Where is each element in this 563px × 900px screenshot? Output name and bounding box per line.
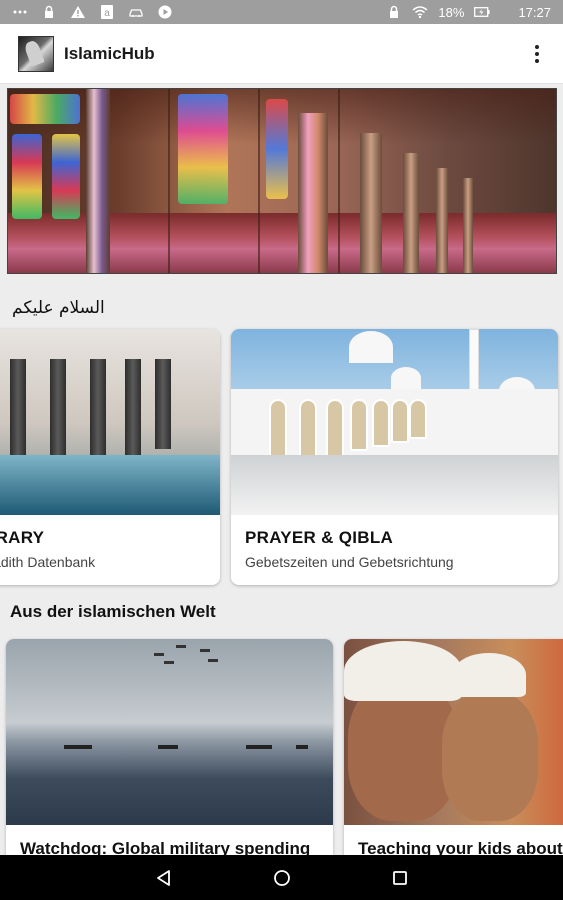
news-image xyxy=(6,639,333,825)
system-nav-bar xyxy=(0,855,563,900)
lock-icon xyxy=(41,5,57,19)
greeting-text: السلام عليكم xyxy=(12,298,105,318)
battery-percent: 18% xyxy=(438,4,465,20)
library-card-title: BRARY xyxy=(0,528,45,547)
more-dots-icon xyxy=(12,5,28,19)
warning-icon xyxy=(70,5,86,19)
prayer-qibla-image xyxy=(231,329,558,515)
prayer-qibla-card-subtitle: Gebetszeiten und Gebetsrichtung xyxy=(245,554,454,570)
status-system: 18% 17:27 xyxy=(386,5,551,20)
news-card[interactable]: Watchdog: Global military spending xyxy=(6,639,333,869)
back-icon[interactable] xyxy=(152,866,176,890)
car-icon xyxy=(128,5,144,19)
play-icon xyxy=(157,5,173,19)
overflow-menu-icon[interactable] xyxy=(517,34,557,74)
status-notifications: a xyxy=(12,5,173,19)
prayer-qibla-card-title: PRAYER & QIBLA xyxy=(245,528,394,547)
news-section-title: Aus der islamischen Welt xyxy=(10,602,216,621)
news-title: Watchdog: Global military spending xyxy=(20,839,311,858)
library-image xyxy=(0,329,220,515)
app-bar: IslamicHub xyxy=(0,24,563,84)
news-card[interactable]: Teaching your kids about Ra xyxy=(344,639,563,869)
hero-banner-image xyxy=(7,88,557,274)
amazon-icon: a xyxy=(99,5,115,19)
news-image xyxy=(344,639,563,825)
battery-icon xyxy=(474,5,491,19)
prayer-qibla-card[interactable]: PRAYER & QIBLA Gebetszeiten und Gebetsri… xyxy=(231,329,558,585)
app-title: IslamicHub xyxy=(64,43,155,63)
home-icon[interactable] xyxy=(270,866,294,890)
library-card[interactable]: BRARY Hadith Datenbank xyxy=(0,329,220,585)
clock: 17:27 xyxy=(518,4,551,20)
lock-icon xyxy=(386,5,402,19)
recents-icon[interactable] xyxy=(388,866,412,890)
library-card-subtitle: Hadith Datenbank xyxy=(0,554,96,570)
status-bar: a 18% 17:27 xyxy=(0,0,563,24)
news-title: Teaching your kids about Ra xyxy=(358,839,563,858)
app-logo xyxy=(18,35,54,72)
svg-text:a: a xyxy=(104,8,110,19)
wifi-icon xyxy=(412,5,428,19)
